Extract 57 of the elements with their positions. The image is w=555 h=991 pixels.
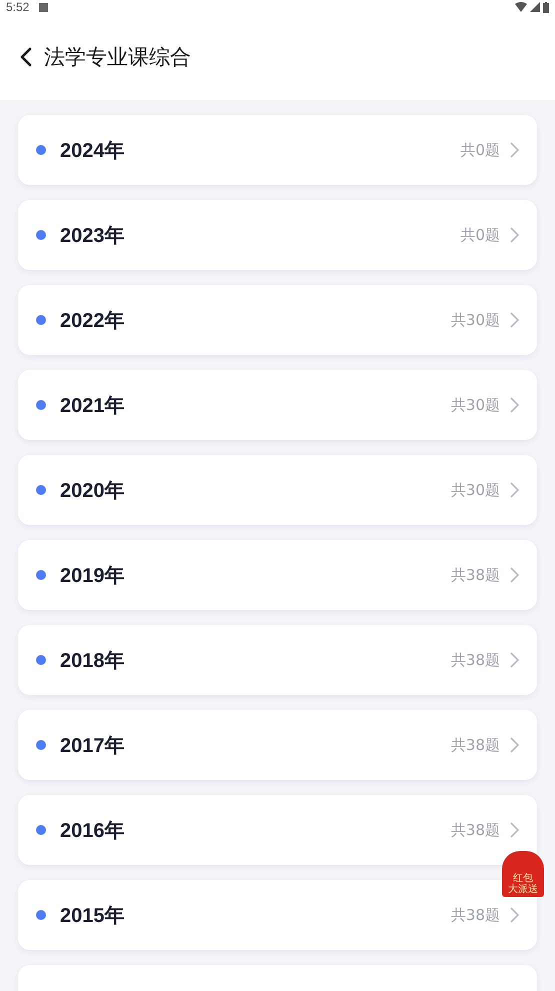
bullet-dot-icon — [36, 740, 46, 750]
page-title: 法学专业课综合 — [44, 44, 191, 71]
bullet-dot-icon — [36, 910, 46, 920]
bullet-dot-icon — [36, 230, 46, 240]
back-icon[interactable] — [20, 47, 32, 67]
bullet-dot-icon — [36, 145, 46, 155]
bullet-dot-icon — [36, 570, 46, 580]
question-count: 共38题 — [450, 650, 500, 670]
question-count: 共38题 — [450, 566, 500, 584]
year-label: 2015年 — [60, 904, 124, 928]
chevron-right-icon — [510, 397, 519, 413]
chevron-right-icon — [510, 822, 519, 838]
year-label: 2017年 — [60, 734, 124, 758]
year-list-item[interactable]: 2016年 共38题 — [18, 795, 537, 865]
battery-icon — [543, 2, 549, 12]
notification-icon — [39, 2, 48, 12]
question-count: 共30题 — [450, 396, 500, 414]
question-count: 共38题 — [450, 736, 500, 754]
promo-envelope-badge[interactable]: 红包 大派送 — [502, 851, 544, 897]
chevron-right-icon — [510, 652, 519, 668]
chevron-right-icon — [510, 312, 519, 328]
signal-icon — [530, 2, 540, 12]
year-list-item[interactable]: 2018年 共38题 — [18, 625, 537, 695]
year-label: 2024年 — [60, 138, 124, 164]
year-label: 2020年 — [60, 478, 124, 504]
year-label: 2022年 — [60, 308, 124, 334]
year-label: 2018年 — [60, 648, 124, 674]
year-label: 2023年 — [60, 224, 124, 248]
year-list-item[interactable]: 2019年 共38题 — [18, 540, 537, 610]
chevron-right-icon — [510, 567, 519, 583]
bullet-dot-icon — [36, 485, 46, 495]
question-count: 共0题 — [460, 140, 500, 160]
chevron-right-icon — [510, 482, 519, 498]
year-label: 2021年 — [60, 394, 124, 418]
year-label: 2019年 — [60, 564, 124, 588]
year-list-item[interactable]: 2021年 共30题 — [18, 370, 537, 440]
question-count: 共38题 — [450, 906, 500, 924]
year-list-item[interactable]: 2023年 共0题 — [18, 200, 537, 270]
question-count: 共38题 — [450, 820, 500, 840]
bullet-dot-icon — [36, 825, 46, 835]
chevron-right-icon — [510, 142, 519, 158]
bullet-dot-icon — [36, 655, 46, 665]
bullet-dot-icon — [36, 400, 46, 410]
chevron-right-icon — [510, 907, 519, 923]
bullet-dot-icon — [36, 315, 46, 325]
year-list-item[interactable]: 2022年 共30题 — [18, 285, 537, 355]
question-count: 共0题 — [460, 226, 500, 244]
year-label: 2016年 — [60, 818, 124, 844]
question-count: 共30题 — [450, 480, 500, 500]
question-count: 共30题 — [450, 310, 500, 330]
chevron-right-icon — [510, 737, 519, 753]
year-list-item[interactable]: 2020年 共30题 — [18, 455, 537, 525]
year-list-item[interactable]: 2024年 共0题 — [18, 115, 537, 185]
chevron-right-icon — [510, 227, 519, 243]
year-list-item[interactable]: 2017年 共38题 — [18, 710, 537, 780]
wifi-icon — [515, 2, 527, 12]
status-time: 5:52 — [6, 0, 30, 14]
